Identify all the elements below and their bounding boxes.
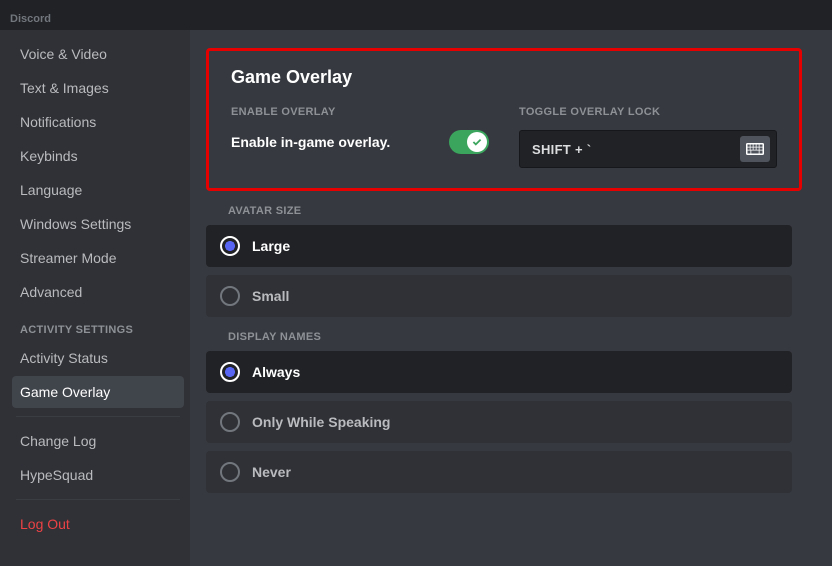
settings-content: Game Overlay ENABLE OVERLAY Enable in-ga… bbox=[190, 30, 832, 566]
settings-sidebar: Voice & Video Text & Images Notifications K… bbox=[0, 30, 190, 566]
sidebar-item-label: Language bbox=[20, 182, 82, 198]
app-body: Voice & Video Text & Images Notifications K… bbox=[0, 30, 832, 566]
sidebar-item-label: Log Out bbox=[20, 516, 70, 532]
sidebar-item-language[interactable]: Language bbox=[12, 174, 184, 206]
display-names-option-always[interactable]: Always bbox=[206, 351, 792, 393]
avatar-size-section: AVATAR SIZE Large Small bbox=[206, 205, 802, 317]
keyboard-icon bbox=[746, 142, 764, 156]
radio-icon bbox=[220, 236, 240, 256]
sidebar-separator bbox=[16, 499, 180, 500]
option-label: Large bbox=[252, 238, 290, 254]
option-label: Never bbox=[252, 464, 291, 480]
sidebar-item-advanced[interactable]: Advanced bbox=[12, 276, 184, 308]
sidebar-item-voice-video[interactable]: Voice & Video bbox=[12, 38, 184, 70]
sidebar-item-streamer-mode[interactable]: Streamer Mode bbox=[12, 242, 184, 274]
display-names-option-never[interactable]: Never bbox=[206, 451, 792, 493]
keybind-record-button[interactable] bbox=[740, 136, 770, 162]
check-icon bbox=[471, 136, 483, 148]
sidebar-item-label: Game Overlay bbox=[20, 384, 110, 400]
annotation-highlight: Game Overlay ENABLE OVERLAY Enable in-ga… bbox=[206, 48, 802, 191]
titlebar: Discord bbox=[0, 10, 832, 30]
sidebar-item-notifications[interactable]: Notifications bbox=[12, 106, 184, 138]
sidebar-item-label: Voice & Video bbox=[20, 46, 107, 62]
display-names-heading: DISPLAY NAMES bbox=[228, 331, 792, 343]
sidebar-item-windows-settings[interactable]: Windows Settings bbox=[12, 208, 184, 240]
sidebar-item-label: Windows Settings bbox=[20, 216, 131, 232]
page-title: Game Overlay bbox=[231, 67, 777, 88]
enable-overlay-toggle[interactable] bbox=[449, 130, 489, 154]
toggle-knob bbox=[467, 132, 487, 152]
sidebar-item-label: Advanced bbox=[20, 284, 82, 300]
avatar-size-heading: AVATAR SIZE bbox=[228, 205, 792, 217]
enable-overlay-text: Enable in-game overlay. bbox=[231, 134, 390, 150]
sidebar-item-label: Text & Images bbox=[20, 80, 109, 96]
sidebar-item-text-images[interactable]: Text & Images bbox=[12, 72, 184, 104]
sidebar-item-hypesquad[interactable]: HypeSquad bbox=[12, 459, 184, 491]
sidebar-item-change-log[interactable]: Change Log bbox=[12, 425, 184, 457]
radio-icon bbox=[220, 462, 240, 482]
option-label: Only While Speaking bbox=[252, 414, 390, 430]
sidebar-item-label: HypeSquad bbox=[20, 467, 93, 483]
radio-icon bbox=[220, 362, 240, 382]
sidebar-separator bbox=[16, 416, 180, 417]
sidebar-heading-activity: ACTIVITY SETTINGS bbox=[12, 310, 184, 342]
option-label: Always bbox=[252, 364, 300, 380]
window-top-strip bbox=[0, 0, 832, 10]
enable-overlay-heading: ENABLE OVERLAY bbox=[231, 106, 489, 118]
avatar-size-option-large[interactable]: Large bbox=[206, 225, 792, 267]
sidebar-item-logout[interactable]: Log Out bbox=[12, 508, 184, 540]
radio-icon bbox=[220, 412, 240, 432]
display-names-option-only-while-speaking[interactable]: Only While Speaking bbox=[206, 401, 792, 443]
keybind-input[interactable]: SHIFT + ` bbox=[519, 130, 777, 168]
sidebar-item-label: Change Log bbox=[20, 433, 96, 449]
keybind-value: SHIFT + ` bbox=[532, 142, 591, 157]
sidebar-item-activity-status[interactable]: Activity Status bbox=[12, 342, 184, 374]
display-names-section: DISPLAY NAMES Always Only While Speaking N… bbox=[206, 331, 802, 493]
sidebar-item-game-overlay[interactable]: Game Overlay bbox=[12, 376, 184, 408]
option-label: Small bbox=[252, 288, 289, 304]
sidebar-item-label: Notifications bbox=[20, 114, 96, 130]
sidebar-item-label: Keybinds bbox=[20, 148, 78, 164]
toggle-lock-heading: TOGGLE OVERLAY LOCK bbox=[519, 106, 777, 118]
sidebar-item-label: Activity Status bbox=[20, 350, 108, 366]
sidebar-item-label: Streamer Mode bbox=[20, 250, 116, 266]
avatar-size-option-small[interactable]: Small bbox=[206, 275, 792, 317]
radio-icon bbox=[220, 286, 240, 306]
sidebar-item-keybinds[interactable]: Keybinds bbox=[12, 140, 184, 172]
app-name: Discord bbox=[10, 13, 51, 25]
